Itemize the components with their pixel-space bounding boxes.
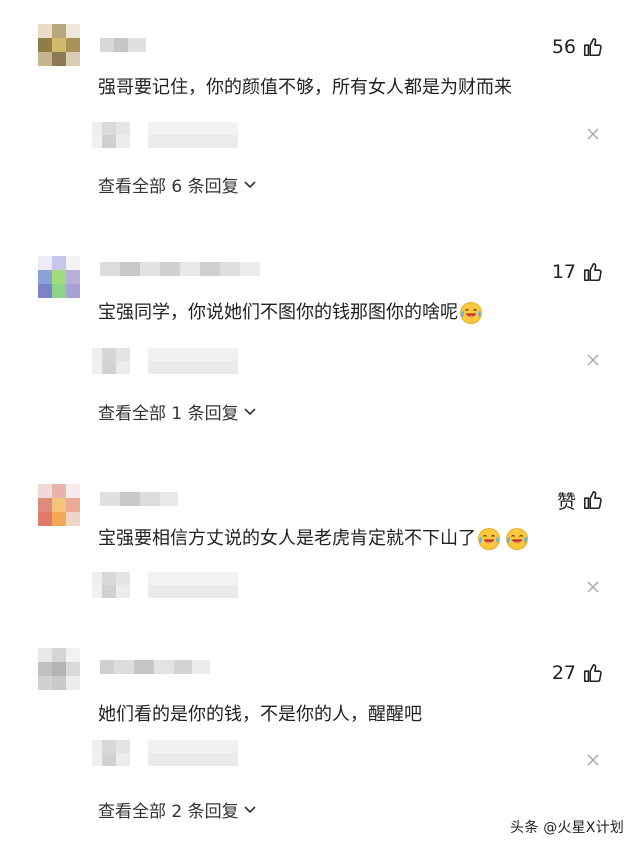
comment-item: 27 她们看的是你的钱，不是你的人，醒醒吧 查看全部 2 条回复 [0,0,640,822]
like-button[interactable]: 17 [552,258,604,286]
comment-text: 宝强同学，你说她们不图你的钱那图你的啥呢 [98,300,483,326]
comment-text: 宝强要相信方丈说的女人是老虎肯定就不下山了 [98,526,529,552]
laughing-crying-emoji-icon [478,528,500,550]
thumbs-up-icon [583,663,602,683]
comment-meta [92,348,238,374]
comment-text-content: 宝强同学，你说她们不图你的钱那图你的啥呢 [98,302,458,323]
laughing-crying-emoji-icon [460,302,482,324]
view-replies-button[interactable]: 查看全部 1 条回复 [98,399,257,424]
laughing-crying-emoji-icon [506,528,528,550]
comment-text: 她们看的是你的钱，不是你的人，醒醒吧 [98,702,422,728]
view-replies-label: 查看全部 2 条回复 [98,802,239,822]
avatar[interactable] [38,648,80,690]
close-icon[interactable] [586,753,600,767]
avatar[interactable] [38,484,80,526]
like-count: 27 [551,662,576,684]
comment-text-content: 宝强要相信方丈说的女人是老虎肯定就不下山了 [98,528,476,549]
like-count: 17 [551,261,576,283]
like-button[interactable]: 赞 [557,486,604,514]
comment-meta [92,740,238,766]
comment-meta [92,572,238,598]
like-count: 赞 [556,490,576,513]
username[interactable] [100,262,260,276]
view-replies-label: 查看全部 1 条回复 [98,404,239,424]
comment-text-content: 她们看的是你的钱，不是你的人，醒醒吧 [98,704,422,725]
thumbs-up-icon [583,262,602,282]
close-icon[interactable] [586,353,600,367]
avatar[interactable] [38,256,80,298]
like-button[interactable]: 27 [552,659,604,687]
chevron-down-icon [244,805,256,813]
chevron-down-icon [244,407,256,415]
username[interactable] [100,660,210,674]
close-icon[interactable] [586,580,600,594]
username[interactable] [100,492,178,506]
watermark: 头条 @火星X计划 [510,820,624,836]
thumbs-up-icon [583,490,602,510]
view-replies-button[interactable]: 查看全部 2 条回复 [98,797,257,822]
